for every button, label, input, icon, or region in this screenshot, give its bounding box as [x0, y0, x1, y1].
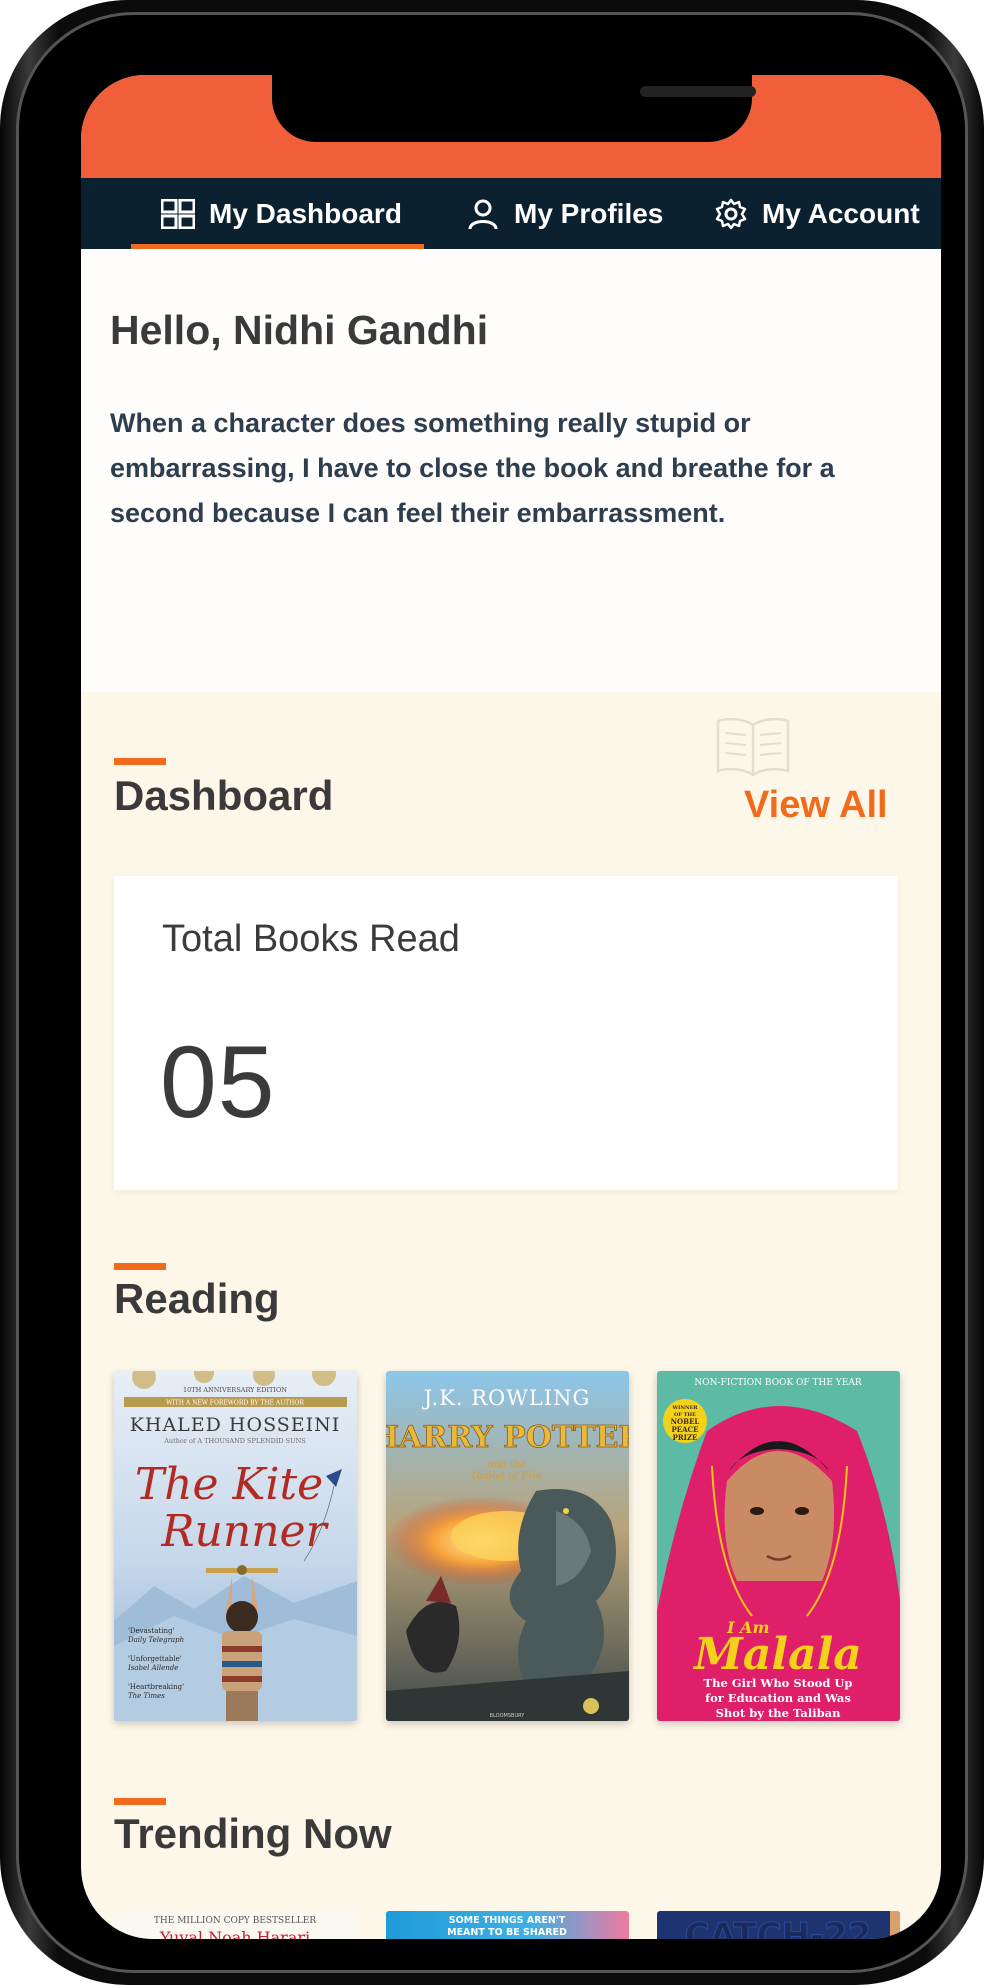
- trending-book-cover[interactable]: THE MILLION COPY BESTSELLER Yuval Noah H…: [114, 1911, 357, 1939]
- book-title: CATCH-22: [685, 1916, 872, 1939]
- book-quote: 'Devastating': [128, 1627, 174, 1635]
- book-subtitle: Goblet of Fire: [472, 1471, 543, 1482]
- greeting-panel: Hello, Nidhi Gandhi When a character doe…: [81, 249, 941, 692]
- stat-label: Total Books Read: [162, 918, 460, 960]
- book-title: HARRY POTTER: [386, 1420, 629, 1455]
- book-author: J.K. ROWLING: [422, 1386, 591, 1410]
- gear-icon: [714, 197, 748, 231]
- section-accent-bar: [114, 1798, 166, 1805]
- book-subtitle: The Girl Who Stood Up: [704, 1676, 853, 1690]
- tab-label: My Account: [762, 197, 920, 229]
- book-quote-source: Isabel Allende: [127, 1664, 178, 1672]
- book-quote: 'Heartbreaking': [128, 1683, 184, 1691]
- book-title: Runner: [160, 1506, 329, 1557]
- book-cover-harry-potter[interactable]: J.K. ROWLING HARRY POTTER and the Goblet…: [386, 1371, 629, 1721]
- book-banner-text: WITH A NEW FOREWORD BY THE AUTHOR: [166, 1400, 304, 1407]
- section-accent-bar: [114, 758, 166, 765]
- open-book-icon: [716, 717, 790, 777]
- book-subtitle: for Education and Was: [705, 1691, 851, 1705]
- tab-my-dashboard[interactable]: My Dashboard: [131, 178, 424, 249]
- view-all-link[interactable]: View All: [744, 784, 888, 827]
- reading-heading: Reading: [114, 1275, 280, 1322]
- book-cover-i-am-malala[interactable]: NON-FICTION BOOK OF THE YEAR WINNER OF T…: [657, 1371, 900, 1721]
- tab-my-account[interactable]: My Account: [714, 178, 920, 249]
- book-subtitle: and the: [488, 1459, 526, 1470]
- book-author: KHALED HOSSEINI: [130, 1414, 341, 1436]
- book-quote-source: The Times: [128, 1692, 165, 1700]
- book-author: Yuval Noah Harari: [159, 1928, 310, 1939]
- speaker-grille: [640, 86, 756, 97]
- tab-label: My Dashboard: [209, 197, 402, 229]
- book-label: THE MILLION COPY BESTSELLER: [154, 1916, 316, 1926]
- tab-my-profiles[interactable]: My Profiles: [466, 178, 663, 249]
- trending-book-cover[interactable]: CATCH-22: [657, 1911, 900, 1939]
- tab-label: My Profiles: [514, 197, 664, 229]
- book-subtitle: Shot by the Taliban: [716, 1706, 842, 1720]
- book-cover-kite-runner[interactable]: 10TH ANNIVERSARY EDITION WITH A NEW FORE…: [114, 1371, 357, 1721]
- book-title: Malala: [692, 1629, 862, 1680]
- greeting-title: Hello, Nidhi Gandhi: [110, 307, 489, 353]
- top-nav: My Dashboard My Profiles My Account: [81, 178, 941, 249]
- book-quote-source: Daily Telegraph: [127, 1636, 184, 1644]
- book-author-note: Author of A THOUSAND SPLENDID SUNS: [163, 1437, 306, 1445]
- badge-text: PRIZE: [673, 1433, 698, 1442]
- dashboard-heading: Dashboard: [114, 772, 334, 819]
- book-edition-text: 10TH ANNIVERSARY EDITION: [183, 1386, 287, 1394]
- book-title: The Kite: [135, 1459, 323, 1510]
- phone-frame: My Dashboard My Profiles My Account Hell…: [0, 0, 984, 1985]
- dashboard-icon: [161, 197, 195, 231]
- book-publisher: BLOOMSBURY: [490, 1713, 526, 1719]
- user-icon: [466, 197, 500, 231]
- book-top-label: NON-FICTION BOOK OF THE YEAR: [694, 1378, 861, 1388]
- notch: [272, 75, 756, 142]
- section-accent-bar: [114, 1263, 166, 1270]
- phone-bezel: My Dashboard My Profiles My Account Hell…: [16, 12, 968, 1973]
- book-text: SOME THINGS AREN'T: [449, 1915, 566, 1926]
- trending-book-cover[interactable]: SOME THINGS AREN'T MEANT TO BE SHARED: [386, 1911, 629, 1939]
- trending-heading: Trending Now: [114, 1810, 392, 1857]
- book-quote: 'Unforgettable': [128, 1655, 182, 1663]
- badge-text: WINNER: [671, 1405, 698, 1411]
- stat-value: 05: [160, 1025, 276, 1139]
- book-text: MEANT TO BE SHARED: [447, 1927, 567, 1938]
- reading-quote: When a character does something really s…: [110, 408, 835, 528]
- total-books-card[interactable]: Total Books Read 05: [114, 876, 898, 1190]
- app-screen: My Dashboard My Profiles My Account Hell…: [81, 75, 941, 1939]
